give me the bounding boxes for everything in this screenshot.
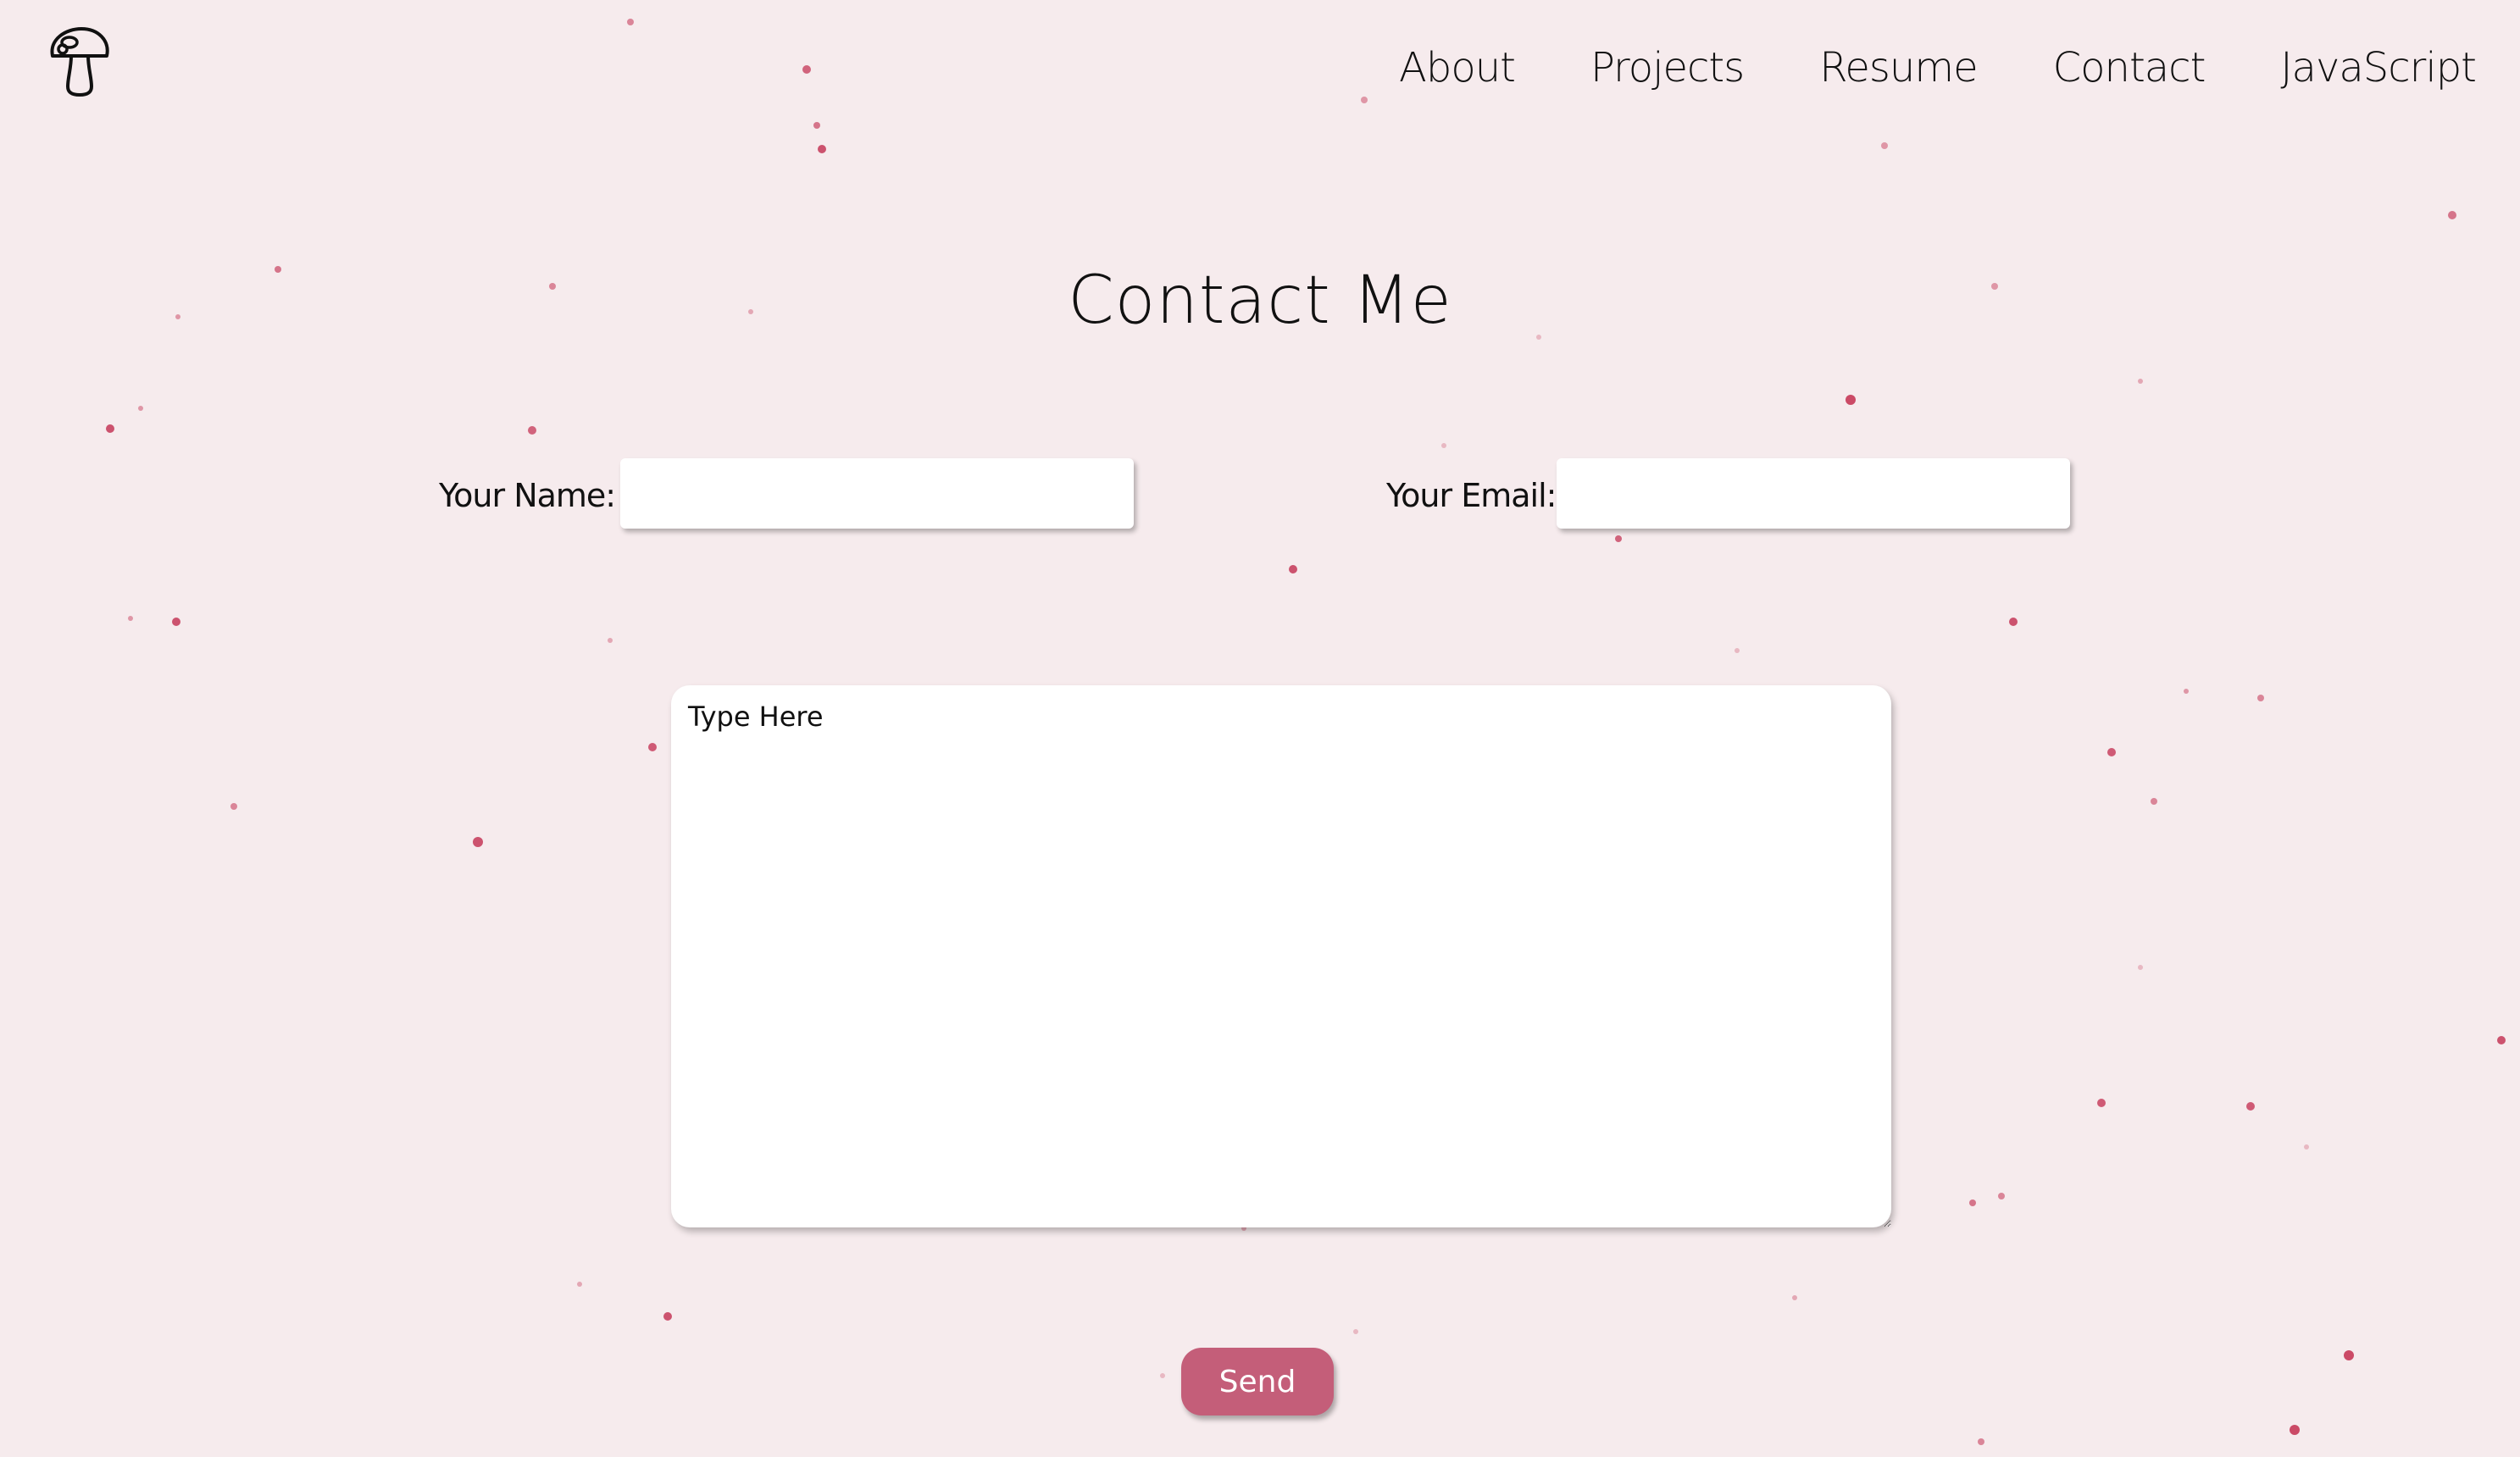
particle-dot [2257,695,2264,701]
particle-dot [1160,1373,1165,1378]
particle-dot [1792,1295,1797,1300]
particle-dot [2107,748,2116,756]
particle-dot [2138,965,2143,970]
particle-dot [2448,211,2456,219]
particle-dot [577,1282,582,1287]
particle-dot [1735,648,1740,653]
particle-dot [2497,1036,2506,1044]
particle-dot [1969,1199,1976,1206]
particle-dot [1846,395,1856,405]
nav-link-resume[interactable]: Resume [1819,41,1978,95]
particle-dot [663,1312,672,1321]
nav-link-about[interactable]: About [1399,41,1516,95]
particle-dot [528,426,536,435]
particle-dot [1289,565,1297,573]
particle-dot [1978,1438,1984,1445]
particle-dot [1361,97,1368,103]
mushroom-icon[interactable] [47,24,112,98]
name-label: Your Name: [439,477,616,514]
particle-dot [2290,1425,2300,1435]
particle-dot [128,616,133,621]
particle-dot [172,618,180,626]
particle-dot [138,406,143,411]
particle-dot [106,424,114,433]
particle-dot [2304,1144,2309,1150]
nav-link-javascript[interactable]: JavaScript [2280,41,2477,95]
particle-dot [813,122,820,129]
particle-dot [608,638,613,643]
particle-dot [818,145,826,153]
particle-dot [230,803,237,810]
particle-dot [473,837,483,847]
particle-dot [2138,379,2143,384]
message-textarea[interactable] [671,685,1891,1227]
email-input[interactable] [1557,458,2070,529]
main-nav: About Projects Resume Contact JavaScript [1399,41,2477,95]
particle-dot [2151,798,2157,805]
particle-dot [2097,1099,2106,1107]
particle-dot [2344,1350,2354,1360]
name-input[interactable] [620,458,1134,529]
particle-dot [1881,142,1888,149]
particle-dot [2184,689,2189,694]
particle-dot [648,743,657,751]
particle-dot [627,19,634,25]
page-title: Contact Me [1068,263,1452,339]
particle-dot [1353,1329,1358,1334]
send-button[interactable]: Send [1181,1348,1334,1415]
nav-link-projects[interactable]: Projects [1590,41,1745,95]
particle-dot [1615,535,1622,542]
particle-dot [2246,1102,2255,1111]
particle-dot [1441,443,1446,448]
particle-dot [802,65,811,74]
particle-dot [2009,618,2018,626]
nav-link-contact[interactable]: Contact [2053,41,2206,95]
particle-dot [1998,1193,2005,1199]
email-label: Your Email: [1386,477,1557,514]
